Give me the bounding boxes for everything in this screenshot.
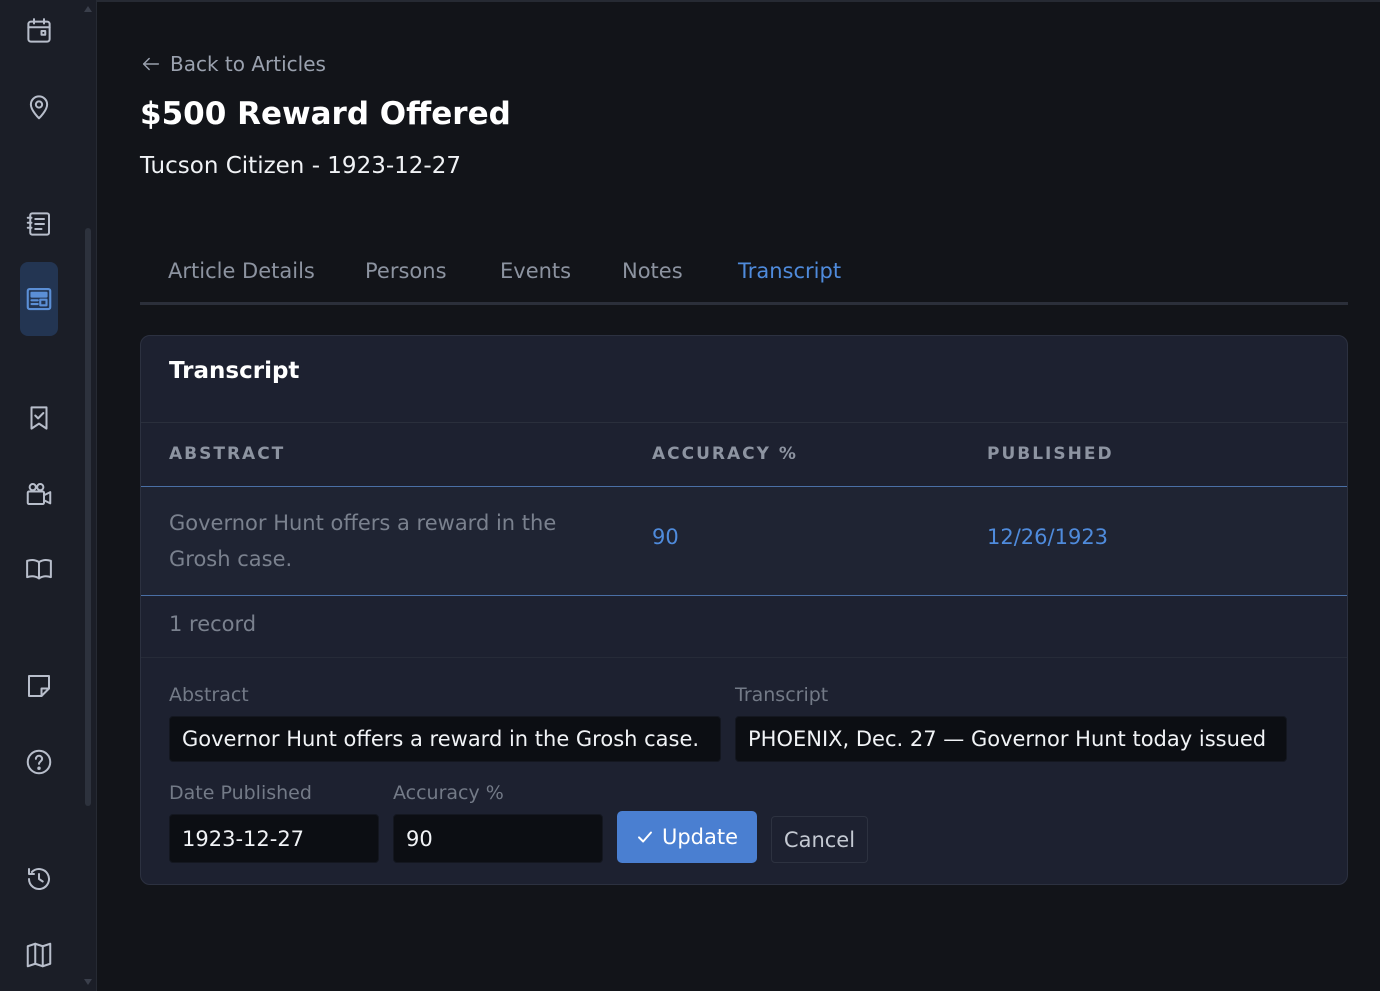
transcript-input[interactable] [735, 716, 1287, 762]
newspaper-icon[interactable] [20, 262, 58, 336]
location-pin-icon[interactable] [20, 88, 58, 126]
map-icon[interactable] [20, 936, 58, 974]
book-open-icon[interactable] [20, 550, 58, 588]
history-clock-icon[interactable] [20, 860, 58, 898]
column-header-accuracy[interactable]: ACCURACY % [652, 444, 798, 464]
scroll-thumb[interactable] [85, 228, 91, 806]
tab-events[interactable]: Events [500, 259, 571, 283]
divider [141, 422, 1347, 423]
transcript-label: Transcript [735, 684, 829, 706]
help-circle-icon[interactable] [20, 743, 58, 781]
video-camera-icon[interactable] [20, 475, 58, 513]
accuracy-label: Accuracy % [393, 782, 504, 804]
tab-transcript[interactable]: Transcript [738, 259, 841, 283]
tab-notes[interactable]: Notes [622, 259, 683, 283]
column-header-published[interactable]: PUBLISHED [987, 444, 1114, 464]
arrow-left-icon [142, 57, 160, 71]
divider [141, 657, 1347, 658]
date-published-label: Date Published [169, 782, 312, 804]
cell-published[interactable]: 12/26/1923 [987, 525, 1108, 549]
date-published-input[interactable] [169, 814, 379, 863]
check-icon [637, 831, 652, 843]
row-divider [141, 595, 1347, 596]
article-subtitle: Tucson Citizen - 1923-12-27 [140, 153, 461, 179]
cell-accuracy[interactable]: 90 [652, 525, 679, 549]
back-to-articles-link[interactable]: Back to Articles [140, 50, 326, 78]
sidebar [0, 0, 97, 991]
notebook-icon[interactable] [20, 205, 58, 243]
update-button[interactable]: Update [617, 811, 757, 863]
cell-abstract: Governor Hunt offers a reward in the Gro… [169, 511, 557, 571]
table-row[interactable]: Governor Hunt offers a reward in the Gro… [141, 487, 1347, 595]
column-header-abstract[interactable]: ABSTRACT [169, 444, 285, 464]
sidebar-scrollbar[interactable] [84, 0, 92, 991]
page-title: $500 Reward Offered [140, 96, 511, 132]
record-count: 1 record [169, 612, 257, 636]
tab-bar: Article Details Persons Events Notes Tra… [140, 245, 1348, 305]
card-title: Transcript [169, 358, 300, 384]
update-button-label: Update [661, 825, 739, 849]
accuracy-input[interactable] [393, 814, 603, 863]
top-border [0, 0, 1380, 2]
bookmark-check-icon[interactable] [20, 399, 58, 437]
sticky-note-icon[interactable] [20, 667, 58, 705]
tab-article-details[interactable]: Article Details [168, 259, 315, 283]
abstract-input[interactable] [169, 716, 721, 762]
back-link-label: Back to Articles [170, 52, 326, 76]
tab-persons[interactable]: Persons [365, 259, 447, 283]
abstract-label: Abstract [169, 684, 249, 706]
transcript-card: Transcript ABSTRACT ACCURACY % PUBLISHED… [140, 335, 1348, 885]
cancel-button[interactable]: Cancel [771, 816, 868, 863]
scroll-down-arrow-icon[interactable] [84, 979, 92, 985]
calendar-icon[interactable] [20, 12, 58, 50]
scroll-up-arrow-icon[interactable] [84, 6, 92, 12]
